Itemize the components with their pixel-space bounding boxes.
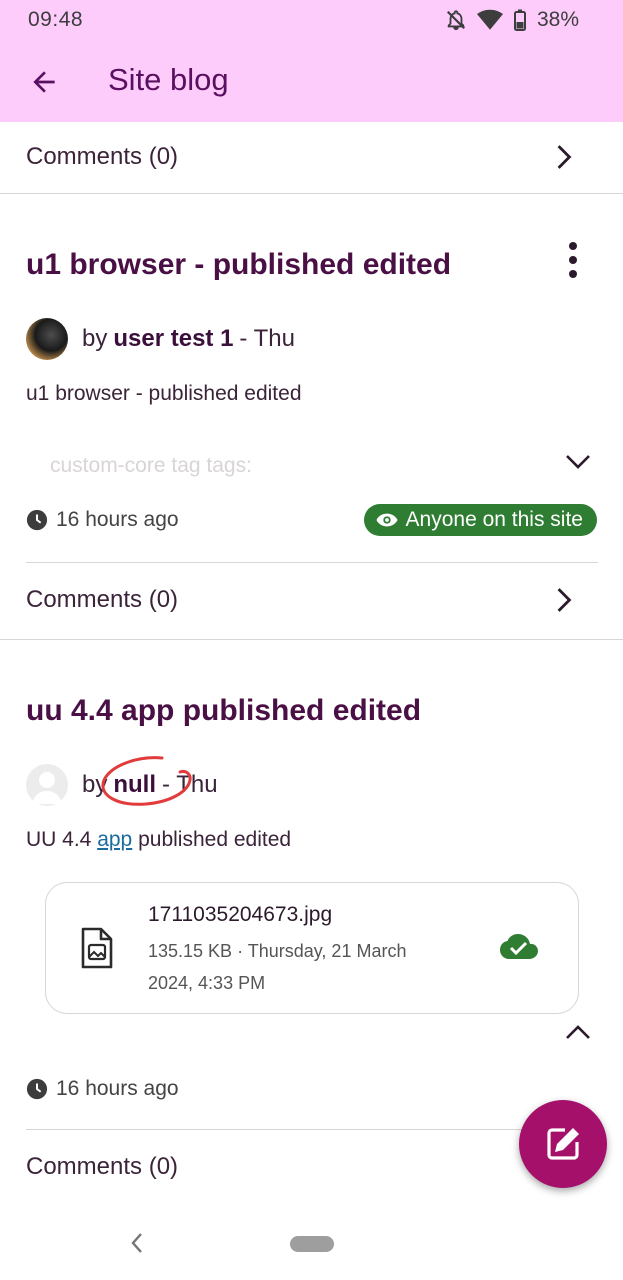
visibility-badge: Anyone on this site [363, 504, 597, 536]
comments-label: Comments (0) [26, 1153, 179, 1180]
section-divider [26, 562, 598, 563]
edit-post-fab[interactable] [519, 1100, 607, 1188]
post-list[interactable]: Comments (0) u1 browser - published edit… [0, 122, 623, 1202]
clock-icon [26, 1078, 48, 1100]
time-row: 16 hours ago [26, 508, 179, 532]
default-avatar-icon [32, 772, 62, 804]
image-file-icon [81, 927, 113, 969]
status-time: 09:48 [28, 8, 84, 31]
excerpt-text: UU 4.4 [26, 828, 92, 851]
time-row: 16 hours ago [26, 1077, 179, 1101]
by-label: by [82, 325, 108, 352]
arrow-back-icon [33, 71, 55, 93]
author-name[interactable]: user test 1 [113, 325, 233, 353]
time-ago: 16 hours ago [56, 508, 179, 531]
status-icons: 38% [445, 8, 579, 32]
attachment-card[interactable]: 1711035204673.jpg 135.15 KB · Thursday, … [45, 882, 579, 1014]
author-row: by null - Thu [26, 764, 218, 806]
wifi-icon [476, 9, 503, 30]
chevron-down-icon[interactable] [565, 454, 591, 470]
edit-icon [547, 1128, 579, 1160]
comments-label: Comments (0) [26, 143, 179, 170]
bell-off-icon [446, 10, 465, 31]
comments-label: Comments (0) [26, 586, 179, 613]
time-ago: 16 hours ago [56, 1077, 179, 1100]
post-title[interactable]: u1 browser - published edited [26, 248, 451, 282]
chevron-up-icon[interactable] [565, 1024, 591, 1040]
kebab-dot [569, 242, 577, 250]
kebab-dot [569, 270, 577, 278]
comments-row[interactable]: Comments (0) [0, 122, 623, 192]
tags-faded: custom-core tag tags: [50, 454, 252, 477]
author-name[interactable]: null [113, 771, 156, 799]
excerpt-link[interactable]: app [97, 828, 132, 851]
nav-home-pill[interactable] [290, 1236, 334, 1252]
battery-icon [513, 9, 526, 31]
cloud-done-icon [500, 934, 538, 959]
app-bar: Site blog [0, 40, 623, 122]
chevron-right-icon [557, 145, 572, 169]
excerpt-text: published edited [138, 828, 292, 851]
page-title: Site blog [108, 62, 229, 97]
file-name: 1711035204673.jpg [148, 903, 333, 926]
kebab-dot [569, 256, 577, 264]
post-divider [0, 639, 623, 640]
avatar[interactable] [26, 318, 68, 360]
post-divider [0, 193, 623, 194]
more-options-button[interactable] [559, 240, 587, 280]
system-nav-bar [0, 1202, 623, 1280]
battery-percent: 38% [536, 8, 579, 31]
avatar[interactable] [26, 764, 68, 806]
post-date: - Thu [162, 771, 218, 798]
status-bar: 09:48 38% [0, 0, 623, 40]
nav-back-icon[interactable] [130, 1232, 144, 1254]
post-excerpt: UU 4.4 app published edited [26, 828, 291, 852]
section-divider [26, 1129, 598, 1130]
author-row: by user test 1 - Thu [26, 318, 295, 360]
comments-row[interactable]: Comments (0) [0, 565, 623, 635]
file-meta-line: 2024, 4:33 PM [148, 973, 266, 993]
back-button[interactable] [22, 60, 66, 104]
post-excerpt: u1 browser - published edited [26, 382, 302, 405]
post-title[interactable]: uu 4.4 app published edited [26, 694, 421, 728]
file-meta: 135.15 KB · Thursday, 21 March 2024, 4:3… [148, 935, 448, 999]
clock-icon [26, 509, 48, 531]
visibility-label: Anyone on this site [405, 508, 583, 531]
post-date: - Thu [239, 325, 296, 352]
eye-icon [376, 513, 398, 527]
chevron-right-icon [557, 588, 572, 612]
by-label: by [82, 771, 108, 798]
file-meta-line: 135.15 KB · Thursday, 21 March [148, 941, 407, 961]
